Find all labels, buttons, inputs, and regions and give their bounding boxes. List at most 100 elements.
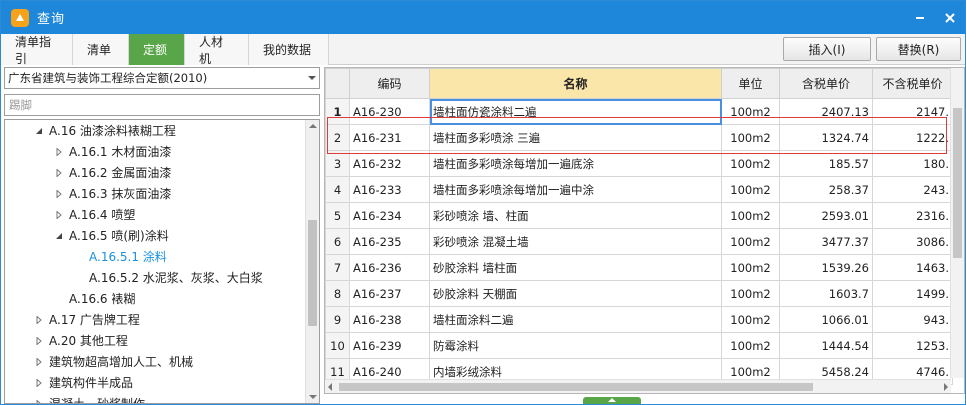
column-header-notax-price[interactable]: 不含税单价 <box>872 68 953 99</box>
caret-collapsed-icon[interactable] <box>33 377 45 389</box>
scroll-down-icon[interactable] <box>309 395 317 399</box>
tree-node[interactable]: A.16.4 喷塑 <box>5 204 305 225</box>
grid-vertical-scrollbar-thumb[interactable] <box>953 108 962 258</box>
caret-collapsed-icon[interactable] <box>33 398 45 403</box>
tree-node[interactable]: A.17 广告牌工程 <box>5 309 305 330</box>
notax-price-cell[interactable]: 1463. <box>872 254 953 281</box>
caret-collapsed-icon[interactable] <box>53 209 65 221</box>
search-input[interactable]: 踢脚 <box>4 94 320 116</box>
tree-node[interactable]: A.16.3 抹灰面油漆 <box>5 183 305 204</box>
column-header-name[interactable]: 名称 <box>429 68 722 99</box>
caret-collapsed-icon[interactable] <box>53 167 65 179</box>
tree-scrollbar-thumb[interactable] <box>308 220 317 326</box>
tax-price-cell[interactable]: 2407.13 <box>779 98 873 125</box>
tax-price-cell[interactable]: 185.57 <box>779 150 873 177</box>
table-row[interactable]: 5 A16-234 彩砂喷涂 墙、柱面 100m2 2593.01 2316. <box>325 202 953 229</box>
minimize-button[interactable] <box>905 7 935 29</box>
row-number[interactable]: 8 <box>325 280 350 307</box>
code-cell[interactable]: A16-239 <box>349 332 430 359</box>
unit-cell[interactable]: 100m2 <box>721 124 780 151</box>
column-header-unit[interactable]: 单位 <box>721 68 780 99</box>
unit-cell[interactable]: 100m2 <box>721 176 780 203</box>
table-row[interactable]: 10 A16-239 防霉涂料 100m2 1444.54 1253. <box>325 332 953 359</box>
tree-node[interactable]: 混凝土、砂浆制作 <box>5 393 305 403</box>
row-number[interactable]: 10 <box>325 332 350 359</box>
tab-bill[interactable]: 清单 <box>73 34 129 65</box>
name-cell[interactable]: 墙柱面多彩喷涂每增加一遍底涂 <box>429 150 722 177</box>
scroll-left-icon[interactable] <box>328 383 332 391</box>
tree-node[interactable]: A.16.1 木材面油漆 <box>5 141 305 162</box>
table-row[interactable]: 9 A16-238 墙柱面涂料二遍 100m2 1066.01 943. <box>325 306 953 333</box>
tax-price-cell[interactable]: 1603.7 <box>779 280 873 307</box>
name-cell[interactable]: 墙柱面仿瓷涂料二遍 <box>429 98 722 125</box>
row-number[interactable]: 2 <box>325 124 350 151</box>
quota-library-select[interactable]: 广东省建筑与装饰工程综合定额(2010) <box>4 67 320 89</box>
code-cell[interactable]: A16-232 <box>349 150 430 177</box>
column-header-tax-price[interactable]: 含税单价 <box>779 68 873 99</box>
tax-price-cell[interactable]: 1444.54 <box>779 332 873 359</box>
notax-price-cell[interactable]: 2316. <box>872 202 953 229</box>
unit-cell[interactable]: 100m2 <box>721 306 780 333</box>
notax-price-cell[interactable]: 1222. <box>872 124 953 151</box>
tax-price-cell[interactable]: 2593.01 <box>779 202 873 229</box>
notax-price-cell[interactable]: 180. <box>872 150 953 177</box>
name-cell[interactable]: 墙柱面多彩喷涂每增加一遍中涂 <box>429 176 722 203</box>
tax-price-cell[interactable]: 3477.37 <box>779 228 873 255</box>
tree-node[interactable]: 建筑构件半成品 <box>5 372 305 393</box>
tree-node[interactable]: A.16.6 裱糊 <box>5 288 305 309</box>
table-row[interactable]: 4 A16-233 墙柱面多彩喷涂每增加一遍中涂 100m2 258.37 243. <box>325 176 953 203</box>
grid-horizontal-scrollbar-thumb[interactable] <box>339 383 813 391</box>
unit-cell[interactable]: 100m2 <box>721 228 780 255</box>
panel-collapse-handle[interactable] <box>583 397 641 404</box>
tax-price-cell[interactable]: 258.37 <box>779 176 873 203</box>
unit-cell[interactable]: 100m2 <box>721 332 780 359</box>
tax-price-cell[interactable]: 1324.74 <box>779 124 873 151</box>
tree-node[interactable]: 建筑物超高增加人工、机械 <box>5 351 305 372</box>
row-number[interactable]: 3 <box>325 150 350 177</box>
tab-quota[interactable]: 定额 <box>129 34 185 65</box>
tree-node[interactable]: A.20 其他工程 <box>5 330 305 351</box>
notax-price-cell[interactable]: 3086. <box>872 228 953 255</box>
unit-cell[interactable]: 100m2 <box>721 254 780 281</box>
tab-labor-material-machine[interactable]: 人材机 <box>185 34 249 66</box>
tree-node[interactable]: A.16.5 喷(刷)涂料 <box>5 225 305 246</box>
unit-cell[interactable]: 100m2 <box>721 202 780 229</box>
caret-collapsed-icon[interactable] <box>53 146 65 158</box>
caret-collapsed-icon[interactable] <box>33 335 45 347</box>
code-cell[interactable]: A16-235 <box>349 228 430 255</box>
scroll-right-icon[interactable] <box>944 383 948 391</box>
tree-node[interactable]: A.16.5.1 涂料 <box>5 246 305 267</box>
row-number[interactable]: 1 <box>325 98 350 125</box>
code-cell[interactable]: A16-231 <box>349 124 430 151</box>
grid-horizontal-scrollbar[interactable] <box>325 379 951 393</box>
caret-expanded-icon[interactable] <box>33 125 45 137</box>
notax-price-cell[interactable]: 243. <box>872 176 953 203</box>
tax-price-cell[interactable]: 1066.01 <box>779 306 873 333</box>
name-cell[interactable]: 砂胶涂料 墙柱面 <box>429 254 722 281</box>
code-cell[interactable]: A16-236 <box>349 254 430 281</box>
caret-collapsed-icon[interactable] <box>33 314 45 326</box>
caret-expanded-icon[interactable] <box>53 230 65 242</box>
close-button[interactable] <box>935 7 965 29</box>
name-cell[interactable]: 砂胶涂料 天棚面 <box>429 280 722 307</box>
scroll-up-icon[interactable] <box>309 124 317 128</box>
code-cell[interactable]: A16-230 <box>349 98 430 125</box>
name-cell[interactable]: 彩砂喷涂 混凝土墙 <box>429 228 722 255</box>
table-row[interactable]: 6 A16-235 彩砂喷涂 混凝土墙 100m2 3477.37 3086. <box>325 228 953 255</box>
replace-button[interactable]: 替换(R) <box>876 37 961 61</box>
notax-price-cell[interactable]: 943. <box>872 306 953 333</box>
row-number[interactable]: 7 <box>325 254 350 281</box>
notax-price-cell[interactable]: 1253. <box>872 332 953 359</box>
row-number[interactable]: 4 <box>325 176 350 203</box>
caret-collapsed-icon[interactable] <box>53 188 65 200</box>
tree-scrollbar[interactable] <box>305 120 319 403</box>
tree-node[interactable]: A.16.5.2 水泥浆、灰浆、大白浆 <box>5 267 305 288</box>
code-cell[interactable]: A16-233 <box>349 176 430 203</box>
tab-my-data[interactable]: 我的数据 <box>249 34 329 65</box>
table-row[interactable]: 7 A16-236 砂胶涂料 墙柱面 100m2 1539.26 1463. <box>325 254 953 281</box>
notax-price-cell[interactable]: 1499. <box>872 280 953 307</box>
column-header-code[interactable]: 编码 <box>349 68 430 99</box>
tab-bill-guide[interactable]: 清单指引 <box>1 34 73 66</box>
code-cell[interactable]: A16-238 <box>349 306 430 333</box>
grid-vertical-scrollbar[interactable] <box>950 68 964 378</box>
